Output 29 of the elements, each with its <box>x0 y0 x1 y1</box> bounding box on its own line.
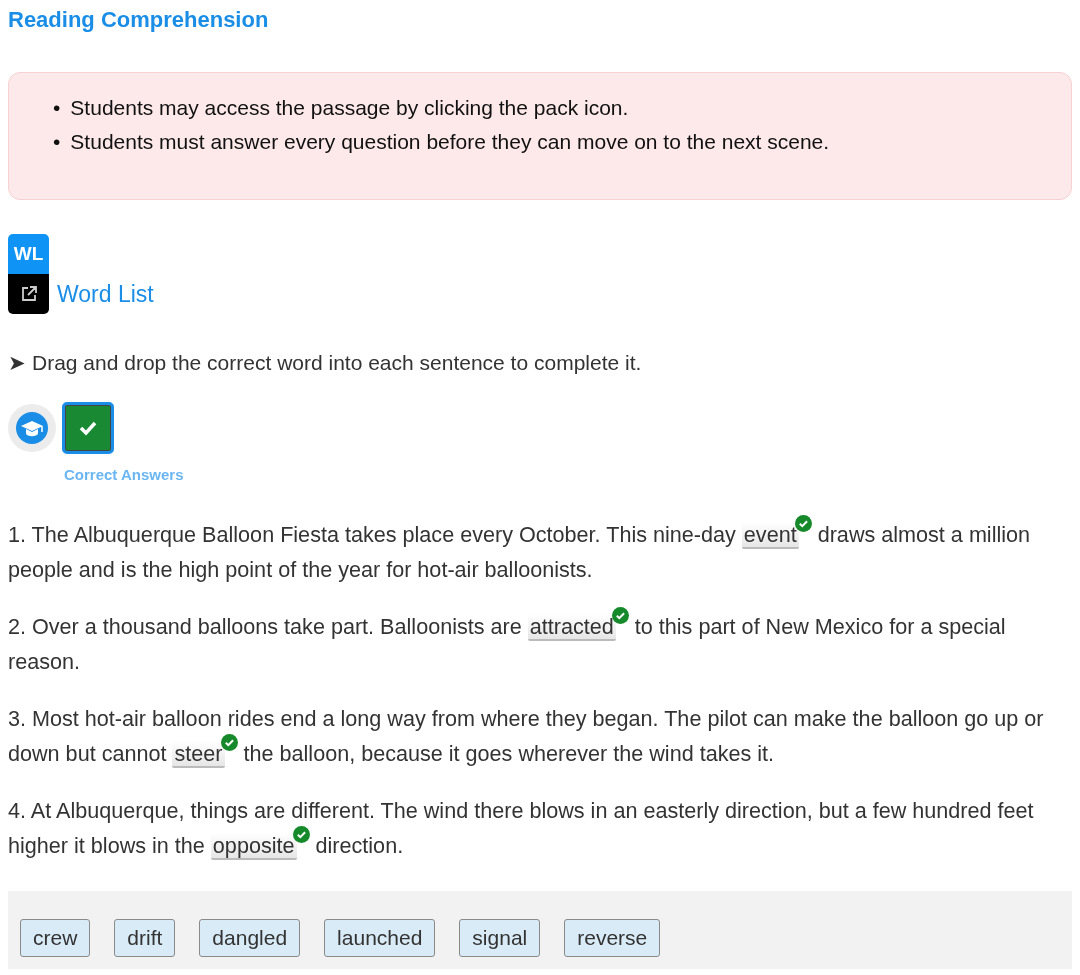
graduation-cap-icon[interactable] <box>8 404 56 452</box>
check-icon <box>220 734 238 751</box>
sentence-text: 4. At Albuquerque, things are different. The wind there blows in an easterly direction, but a few hundred feet higher it blows in the opposite direction. <box>8 797 1035 862</box>
word-tile[interactable]: signal <box>459 919 541 957</box>
word-tile[interactable]: crew <box>20 919 91 957</box>
check-icon <box>292 826 310 843</box>
word-tile[interactable]: dangled <box>199 919 301 957</box>
answer-slot[interactable]: opposite <box>210 833 297 860</box>
external-link-icon[interactable] <box>8 274 49 314</box>
check-icon <box>78 420 98 436</box>
word-tile[interactable]: drift <box>114 919 176 957</box>
toggle-label: Correct Answers <box>64 466 184 483</box>
bullet: • <box>53 129 61 155</box>
bullet: • <box>53 95 61 121</box>
answer-slot[interactable]: attracted <box>527 614 616 641</box>
arrow-marker: ➤ <box>8 350 26 376</box>
page-title: Reading Comprehension <box>8 6 270 34</box>
notice-item: Students must answer every question before they can move on to the next scene. <box>70 129 830 155</box>
sentence-text: 3. Most hot-air balloon rides end a long way from where they began. The pilot can make the balloon go up or down but cannot steer the balloon, because it goes wherever the wind takes it. <box>8 705 1045 770</box>
notice-item: Students may access the passage by clicking the pack icon. <box>70 95 629 121</box>
word-tile[interactable]: reverse <box>564 919 661 957</box>
answer-slot[interactable]: event <box>741 522 799 549</box>
word-tile[interactable]: launched <box>324 919 436 957</box>
correct-answers-toggle[interactable] <box>62 402 114 454</box>
check-icon <box>611 607 629 624</box>
instruction-text: Drag and drop the correct word into each sentence to complete it. <box>32 350 642 376</box>
sentence-text: 2. Over a thousand balloons take part. Balloonists are attracted to this part of New Mexico for a special reason. <box>8 609 1072 679</box>
sentence-text: 1. The Albuquerque Balloon Fiesta takes place every October. This nine-day event draws almost a million people and is the high point of the year for hot-air balloonists. <box>8 517 1072 587</box>
answer-slot[interactable]: steer <box>172 741 225 768</box>
